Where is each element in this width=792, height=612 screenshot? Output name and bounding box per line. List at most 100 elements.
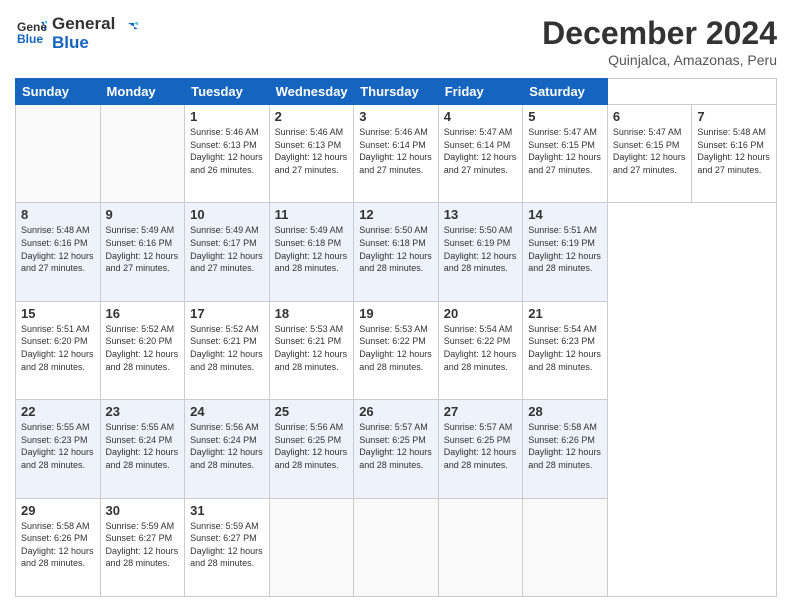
weekday-header-tuesday: Tuesday: [185, 79, 270, 105]
day-info: Sunrise: 5:48 AMSunset: 6:16 PMDaylight:…: [21, 224, 95, 274]
calendar-cell: 10 Sunrise: 5:49 AMSunset: 6:17 PMDayligh…: [185, 203, 270, 301]
day-info: Sunrise: 5:51 AMSunset: 6:20 PMDaylight:…: [21, 323, 95, 373]
logo-line1: General: [52, 15, 115, 34]
day-info: Sunrise: 5:47 AMSunset: 6:15 PMDaylight:…: [528, 126, 602, 176]
calendar-cell: 27 Sunrise: 5:57 AMSunset: 6:25 PMDayligh…: [438, 400, 523, 498]
day-number: 19: [359, 306, 433, 321]
day-number: 12: [359, 207, 433, 222]
calendar-cell: [523, 498, 608, 596]
day-number: 6: [613, 109, 687, 124]
day-number: 20: [444, 306, 518, 321]
calendar: SundayMondayTuesdayWednesdayThursdayFrid…: [15, 78, 777, 597]
calendar-cell: 20Sunrise: 5:54 AMSunset: 6:22 PMDayligh…: [438, 301, 523, 399]
day-number: 9: [106, 207, 180, 222]
day-number: 15: [21, 306, 95, 321]
calendar-cell: 8 Sunrise: 5:48 AMSunset: 6:16 PMDaylight…: [16, 203, 101, 301]
day-info: Sunrise: 5:46 AMSunset: 6:13 PMDaylight:…: [275, 126, 349, 176]
day-number: 27: [444, 404, 518, 419]
day-info: Sunrise: 5:47 AMSunset: 6:14 PMDaylight:…: [444, 126, 518, 176]
logo-line2: Blue: [52, 34, 115, 53]
day-number: 28: [528, 404, 602, 419]
day-info: Sunrise: 5:56 AMSunset: 6:24 PMDaylight:…: [190, 421, 264, 471]
day-info: Sunrise: 5:49 AMSunset: 6:17 PMDaylight:…: [190, 224, 264, 274]
weekday-header-friday: Friday: [438, 79, 523, 105]
calendar-cell: 21 Sunrise: 5:54 AMSunset: 6:23 PMDayligh…: [523, 301, 608, 399]
calendar-cell: 3Sunrise: 5:46 AMSunset: 6:14 PMDaylight…: [354, 105, 439, 203]
day-info: Sunrise: 5:47 AMSunset: 6:15 PMDaylight:…: [613, 126, 687, 176]
day-number: 13: [444, 207, 518, 222]
weekday-header-monday: Monday: [100, 79, 185, 105]
calendar-cell: 25 Sunrise: 5:56 AMSunset: 6:25 PMDayligh…: [269, 400, 354, 498]
day-number: 14: [528, 207, 602, 222]
day-info: Sunrise: 5:52 AMSunset: 6:20 PMDaylight:…: [106, 323, 180, 373]
weekday-header-saturday: Saturday: [523, 79, 608, 105]
calendar-cell-empty: [16, 105, 101, 203]
day-info: Sunrise: 5:52 AMSunset: 6:21 PMDaylight:…: [190, 323, 264, 373]
day-info: Sunrise: 5:53 AMSunset: 6:22 PMDaylight:…: [359, 323, 433, 373]
calendar-cell: 12 Sunrise: 5:50 AMSunset: 6:18 PMDayligh…: [354, 203, 439, 301]
page: General Blue General Blue December 2024 …: [0, 0, 792, 612]
calendar-cell: 2 Sunrise: 5:46 AMSunset: 6:13 PMDaylight…: [269, 105, 354, 203]
day-info: Sunrise: 5:58 AMSunset: 6:26 PMDaylight:…: [528, 421, 602, 471]
day-info: Sunrise: 5:48 AMSunset: 6:16 PMDaylight:…: [697, 126, 771, 176]
day-number: 1: [190, 109, 264, 124]
calendar-cell: 19 Sunrise: 5:53 AMSunset: 6:22 PMDayligh…: [354, 301, 439, 399]
day-number: 30: [106, 503, 180, 518]
day-number: 21: [528, 306, 602, 321]
day-number: 24: [190, 404, 264, 419]
calendar-cell: 23Sunrise: 5:55 AMSunset: 6:24 PMDayligh…: [100, 400, 185, 498]
day-number: 10: [190, 207, 264, 222]
day-number: 2: [275, 109, 349, 124]
day-number: 16: [106, 306, 180, 321]
day-number: 22: [21, 404, 95, 419]
calendar-cell: [354, 498, 439, 596]
day-info: Sunrise: 5:50 AMSunset: 6:19 PMDaylight:…: [444, 224, 518, 274]
calendar-cell: 26 Sunrise: 5:57 AMSunset: 6:25 PMDayligh…: [354, 400, 439, 498]
calendar-cell: [438, 498, 523, 596]
calendar-cell: 4Sunrise: 5:47 AMSunset: 6:14 PMDaylight…: [438, 105, 523, 203]
calendar-cell: 14 Sunrise: 5:51 AMSunset: 6:19 PMDayligh…: [523, 203, 608, 301]
day-number: 26: [359, 404, 433, 419]
calendar-cell: 15 Sunrise: 5:51 AMSunset: 6:20 PMDayligh…: [16, 301, 101, 399]
calendar-cell: 11Sunrise: 5:49 AMSunset: 6:18 PMDayligh…: [269, 203, 354, 301]
calendar-cell: 30Sunrise: 5:59 AMSunset: 6:27 PMDayligh…: [100, 498, 185, 596]
calendar-cell: 7 Sunrise: 5:48 AMSunset: 6:16 PMDaylight…: [692, 105, 777, 203]
calendar-cell: [269, 498, 354, 596]
day-number: 8: [21, 207, 95, 222]
svg-text:Blue: Blue: [17, 32, 43, 46]
day-number: 3: [359, 109, 433, 124]
calendar-cell: 17 Sunrise: 5:52 AMSunset: 6:21 PMDayligh…: [185, 301, 270, 399]
location: Quinjalca, Amazonas, Peru: [542, 52, 777, 68]
day-number: 11: [275, 207, 349, 222]
logo: General Blue General Blue: [15, 15, 138, 52]
logo-bird-icon: [118, 21, 138, 41]
day-info: Sunrise: 5:56 AMSunset: 6:25 PMDaylight:…: [275, 421, 349, 471]
day-number: 7: [697, 109, 771, 124]
weekday-header-sunday: Sunday: [16, 79, 101, 105]
calendar-cell: 16 Sunrise: 5:52 AMSunset: 6:20 PMDayligh…: [100, 301, 185, 399]
day-number: 23: [106, 404, 180, 419]
day-number: 18: [275, 306, 349, 321]
day-info: Sunrise: 5:57 AMSunset: 6:25 PMDaylight:…: [444, 421, 518, 471]
day-number: 5: [528, 109, 602, 124]
calendar-cell: 13 Sunrise: 5:50 AMSunset: 6:19 PMDayligh…: [438, 203, 523, 301]
weekday-header-thursday: Thursday: [354, 79, 439, 105]
day-info: Sunrise: 5:50 AMSunset: 6:18 PMDaylight:…: [359, 224, 433, 274]
calendar-cell: 18Sunrise: 5:53 AMSunset: 6:21 PMDayligh…: [269, 301, 354, 399]
day-number: 17: [190, 306, 264, 321]
day-info: Sunrise: 5:57 AMSunset: 6:25 PMDaylight:…: [359, 421, 433, 471]
day-info: Sunrise: 5:51 AMSunset: 6:19 PMDaylight:…: [528, 224, 602, 274]
calendar-cell: 9Sunrise: 5:49 AMSunset: 6:16 PMDaylight…: [100, 203, 185, 301]
calendar-cell: 24 Sunrise: 5:56 AMSunset: 6:24 PMDayligh…: [185, 400, 270, 498]
calendar-cell: 6 Sunrise: 5:47 AMSunset: 6:15 PMDaylight…: [607, 105, 692, 203]
day-number: 31: [190, 503, 264, 518]
calendar-cell: 5 Sunrise: 5:47 AMSunset: 6:15 PMDaylight…: [523, 105, 608, 203]
day-number: 29: [21, 503, 95, 518]
month-title: December 2024: [542, 15, 777, 52]
day-info: Sunrise: 5:55 AMSunset: 6:23 PMDaylight:…: [21, 421, 95, 471]
calendar-cell: 22 Sunrise: 5:55 AMSunset: 6:23 PMDayligh…: [16, 400, 101, 498]
calendar-cell: 31Sunrise: 5:59 AMSunset: 6:27 PMDayligh…: [185, 498, 270, 596]
day-info: Sunrise: 5:46 AMSunset: 6:13 PMDaylight:…: [190, 126, 264, 176]
day-number: 25: [275, 404, 349, 419]
day-info: Sunrise: 5:54 AMSunset: 6:23 PMDaylight:…: [528, 323, 602, 373]
